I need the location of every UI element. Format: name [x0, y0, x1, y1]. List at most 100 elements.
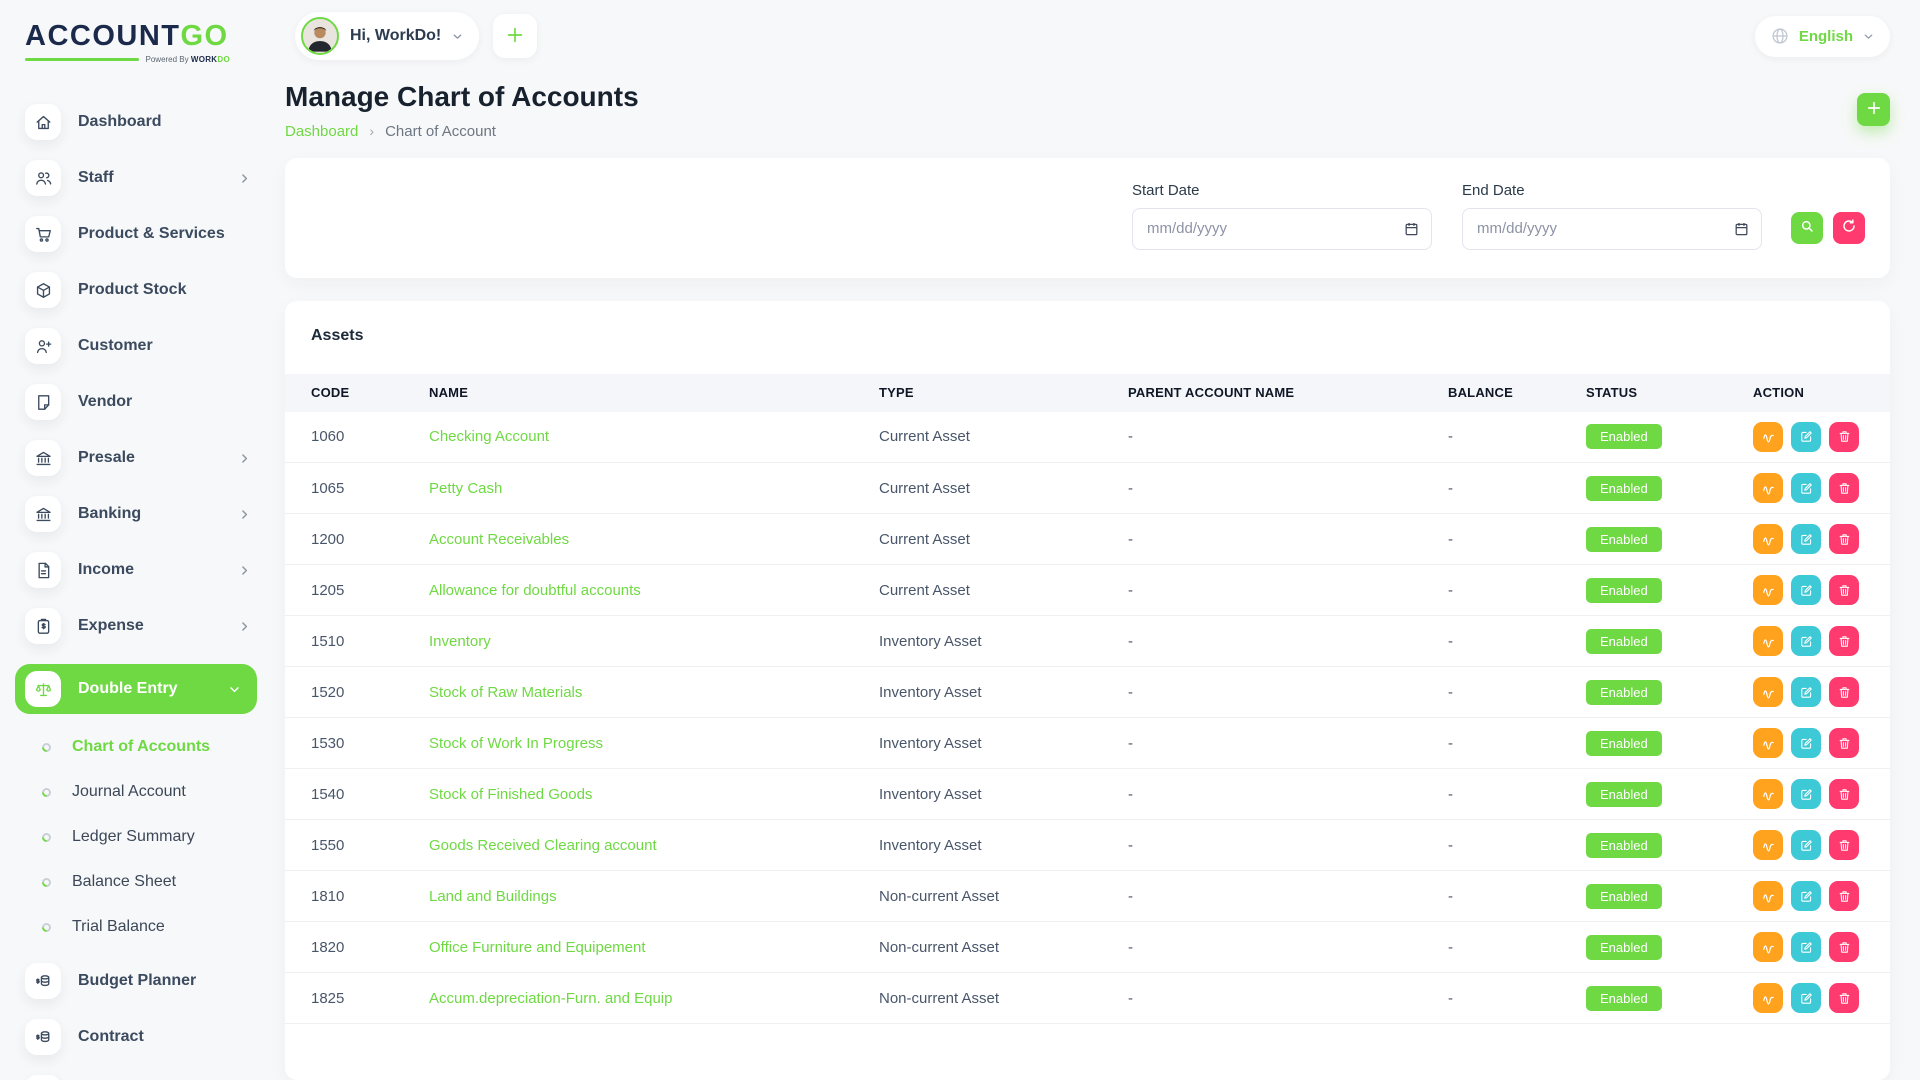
delete-button[interactable]	[1829, 524, 1859, 554]
sidebar-item-product-services[interactable]: Product & Services	[25, 216, 257, 252]
sidebar-item-balance-sheet[interactable]: Balance Sheet	[42, 873, 257, 891]
ledger-button[interactable]	[1753, 473, 1783, 503]
search-icon	[1799, 218, 1815, 237]
ledger-button[interactable]	[1753, 932, 1783, 962]
edit-button[interactable]	[1791, 881, 1821, 911]
ledger-button[interactable]	[1753, 779, 1783, 809]
account-name-link[interactable]: Allowance for doubtful accounts	[429, 582, 641, 599]
sidebar-item-presale[interactable]: Presale	[25, 440, 257, 476]
sidebar-item-contract[interactable]: Contract	[25, 1019, 257, 1055]
account-name-link[interactable]: Stock of Work In Progress	[429, 735, 603, 752]
search-button[interactable]	[1791, 212, 1823, 244]
quick-add-button[interactable]	[493, 14, 537, 58]
delete-button[interactable]	[1829, 983, 1859, 1013]
column-header-balance: BALANCE	[1438, 374, 1576, 412]
sidebar-item-label: Presale	[78, 449, 135, 467]
end-date-input[interactable]	[1462, 208, 1762, 250]
edit-button[interactable]	[1791, 728, 1821, 758]
sidebar-item-dashboard[interactable]: Dashboard	[25, 104, 257, 140]
file-icon	[25, 552, 61, 588]
account-name-link[interactable]: Accum.depreciation-Furn. and Equip	[429, 990, 672, 1007]
start-date-input[interactable]	[1132, 208, 1432, 250]
ledger-button[interactable]	[1753, 830, 1783, 860]
user-menu[interactable]: Hi, WorkDo!	[295, 12, 479, 60]
cell-code: 1820	[285, 922, 419, 973]
cell-status: Enabled	[1576, 769, 1743, 820]
account-name-link[interactable]: Inventory	[429, 633, 491, 650]
status-badge: Enabled	[1586, 476, 1662, 501]
sidebar-item-expense[interactable]: Expense	[25, 608, 257, 644]
sidebar-item-chart-of-accounts[interactable]: Chart of Accounts	[42, 738, 257, 756]
ledger-button[interactable]	[1753, 881, 1783, 911]
delete-button[interactable]	[1829, 422, 1859, 452]
users-icon	[25, 160, 61, 196]
account-name-link[interactable]: Office Furniture and Equipement	[429, 939, 646, 956]
account-name-link[interactable]: Land and Buildings	[429, 888, 557, 905]
edit-button[interactable]	[1791, 524, 1821, 554]
ledger-button[interactable]	[1753, 677, 1783, 707]
ledger-button[interactable]	[1753, 422, 1783, 452]
sidebar-item-double-entry[interactable]: Double Entry	[15, 664, 257, 714]
breadcrumb-dashboard[interactable]: Dashboard	[285, 123, 358, 140]
sidebar-item-item[interactable]	[25, 1075, 257, 1080]
edit-button[interactable]	[1791, 932, 1821, 962]
edit-button[interactable]	[1791, 626, 1821, 656]
ledger-button[interactable]	[1753, 575, 1783, 605]
row-actions	[1753, 881, 1880, 911]
delete-button[interactable]	[1829, 881, 1859, 911]
app-root: ACCOUNTGO Powered By WORKDO DashboardSta…	[0, 0, 1920, 1080]
edit-button[interactable]	[1791, 575, 1821, 605]
edit-button[interactable]	[1791, 983, 1821, 1013]
edit-button[interactable]	[1791, 779, 1821, 809]
sidebar-item-journal-account[interactable]: Journal Account	[42, 783, 257, 801]
edit-button[interactable]	[1791, 422, 1821, 452]
ledger-button[interactable]	[1753, 626, 1783, 656]
delete-button[interactable]	[1829, 473, 1859, 503]
sidebar-item-budget-planner[interactable]: Budget Planner	[25, 963, 257, 999]
sidebar-item-product-stock[interactable]: Product Stock	[25, 272, 257, 308]
account-name-link[interactable]: Checking Account	[429, 428, 549, 445]
account-name-link[interactable]: Account Receivables	[429, 531, 569, 548]
delete-button[interactable]	[1829, 728, 1859, 758]
sidebar-item-customer[interactable]: Customer	[25, 328, 257, 364]
sidebar-item-staff[interactable]: Staff	[25, 160, 257, 196]
trash-icon	[1837, 583, 1852, 598]
language-selector[interactable]: English	[1755, 16, 1890, 57]
sidebar-item-trial-balance[interactable]: Trial Balance	[42, 918, 257, 936]
cell-type: Non-current Asset	[869, 922, 1118, 973]
account-name-link[interactable]: Stock of Raw Materials	[429, 684, 582, 701]
ledger-button[interactable]	[1753, 524, 1783, 554]
edit-button[interactable]	[1791, 830, 1821, 860]
column-header-parent-account-name: PARENT ACCOUNT NAME	[1118, 374, 1438, 412]
delete-button[interactable]	[1829, 575, 1859, 605]
reset-button[interactable]	[1833, 212, 1865, 244]
chevron-right-icon: ›	[369, 123, 374, 139]
sidebar-item-income[interactable]: Income	[25, 552, 257, 588]
account-name-link[interactable]: Stock of Finished Goods	[429, 786, 592, 803]
edit-button[interactable]	[1791, 677, 1821, 707]
delete-button[interactable]	[1829, 779, 1859, 809]
sidebar-item-ledger-summary[interactable]: Ledger Summary	[42, 828, 257, 846]
delete-button[interactable]	[1829, 932, 1859, 962]
breadcrumb: Dashboard › Chart of Account	[285, 123, 639, 140]
delete-button[interactable]	[1829, 626, 1859, 656]
column-header-name: NAME	[419, 374, 869, 412]
edit-button[interactable]	[1791, 473, 1821, 503]
create-account-button[interactable]	[1857, 93, 1890, 126]
ledger-button[interactable]	[1753, 983, 1783, 1013]
ledger-button[interactable]	[1753, 728, 1783, 758]
cell-action	[1743, 667, 1890, 718]
cell-name: Land and Buildings	[419, 871, 869, 922]
page-title: Manage Chart of Accounts	[285, 80, 639, 114]
account-name-link[interactable]: Goods Received Clearing account	[429, 837, 657, 854]
delete-button[interactable]	[1829, 830, 1859, 860]
cell-parent: -	[1118, 871, 1438, 922]
cell-type: Inventory Asset	[869, 616, 1118, 667]
cell-parent: -	[1118, 565, 1438, 616]
sidebar-item-vendor[interactable]: Vendor	[25, 384, 257, 420]
cell-name: Petty Cash	[419, 463, 869, 514]
edit-icon	[1799, 787, 1814, 802]
account-name-link[interactable]: Petty Cash	[429, 480, 502, 497]
delete-button[interactable]	[1829, 677, 1859, 707]
sidebar-item-banking[interactable]: Banking	[25, 496, 257, 532]
